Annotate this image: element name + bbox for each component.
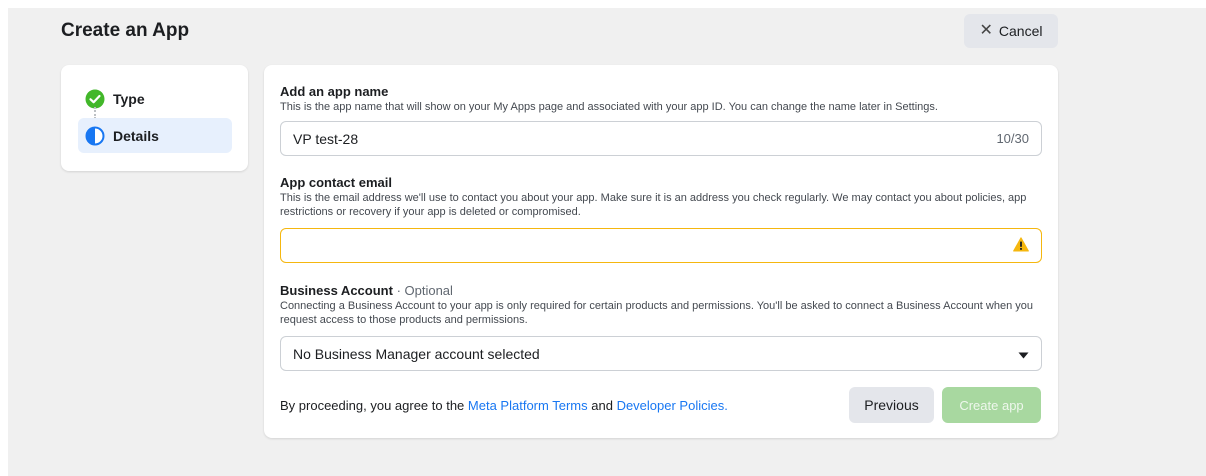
contact-email-input[interactable] (293, 237, 1013, 254)
app-details-form: Add an app name This is the app name tha… (264, 65, 1058, 438)
business-account-label: Business Account · Optional (280, 283, 453, 298)
business-account-selected: No Business Manager account selected (293, 345, 540, 362)
app-name-value: VP test-28 (293, 130, 359, 147)
previous-button[interactable]: Previous (849, 387, 934, 423)
contact-email-label: App contact email (280, 175, 392, 190)
steps-panel: Type Details (61, 65, 248, 171)
step-details[interactable]: Details (78, 118, 232, 153)
business-account-help: Connecting a Business Account to your ap… (280, 300, 1033, 326)
terms-prefix: By proceeding, you agree to the (280, 398, 465, 413)
business-account-select[interactable]: No Business Manager account selected (280, 336, 1042, 371)
char-counter: 10/30 (996, 131, 1029, 146)
developer-policies-link[interactable]: Developer Policies. (617, 398, 728, 413)
terms-and: and (591, 398, 613, 413)
half-circle-icon (85, 126, 105, 146)
caret-down-icon (1018, 346, 1029, 362)
cancel-button[interactable]: ✕ Cancel (964, 14, 1058, 48)
check-circle-icon (85, 89, 105, 109)
step-label: Type (113, 90, 145, 107)
app-name-label: Add an app name (280, 84, 389, 99)
app-name-help: This is the app name that will show on y… (280, 101, 938, 113)
app-name-input[interactable]: VP test-28 10/30 (280, 121, 1042, 156)
business-account-title: Business Account (280, 283, 393, 298)
create-app-button[interactable]: Create app (942, 387, 1041, 423)
contact-email-field[interactable] (280, 228, 1042, 263)
contact-email-help: This is the email address we'll use to c… (280, 192, 1027, 218)
meta-platform-terms-link[interactable]: Meta Platform Terms (468, 398, 588, 413)
optional-tag: · Optional (396, 283, 453, 298)
step-label: Details (113, 127, 159, 144)
terms-text: By proceeding, you agree to the Meta Pla… (280, 398, 728, 413)
warning-icon (1013, 236, 1029, 255)
step-type[interactable]: Type (78, 81, 232, 116)
page-title: Create an App (61, 20, 190, 41)
close-icon: ✕ (979, 22, 993, 39)
cancel-label: Cancel (998, 23, 1043, 39)
